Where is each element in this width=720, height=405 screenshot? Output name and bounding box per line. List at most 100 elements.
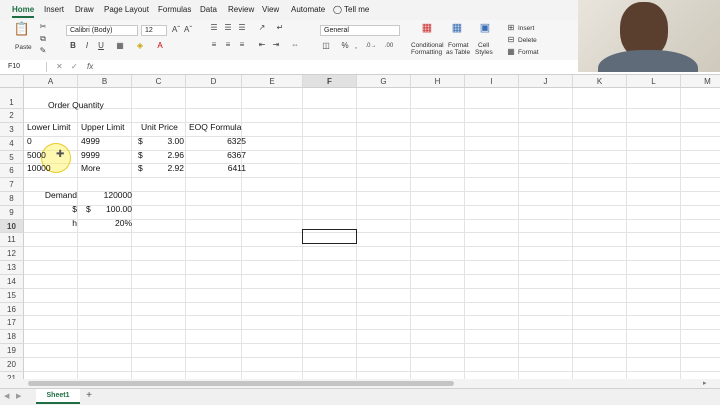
row-header-5[interactable]: 5 xyxy=(0,151,24,164)
increase-decimal-icon[interactable]: .0→ xyxy=(364,41,378,51)
format-as-table-icon[interactable]: ▦ xyxy=(448,23,466,37)
cell-d5[interactable]: 6411 xyxy=(200,163,246,173)
tab-home[interactable]: Home xyxy=(12,5,35,18)
cell-b5[interactable]: More xyxy=(81,163,100,173)
font-color-icon[interactable]: A xyxy=(154,41,166,51)
row-header-17[interactable]: 17 xyxy=(0,316,24,330)
horizontal-scrollbar[interactable]: ▸ xyxy=(0,379,720,388)
tab-automate[interactable]: Automate xyxy=(291,5,325,14)
paste-icon[interactable]: 📋 xyxy=(12,22,32,42)
name-box[interactable]: F10 xyxy=(8,62,47,72)
column-header-j[interactable]: J xyxy=(519,75,573,88)
scrollbar-thumb[interactable] xyxy=(28,381,454,386)
font-name-select[interactable]: Calibri (Body) xyxy=(66,25,138,36)
scroll-right-icon[interactable]: ▸ xyxy=(703,379,707,387)
format-painter-icon[interactable]: ✎ xyxy=(38,46,48,56)
delete-cells-label[interactable]: Delete xyxy=(518,37,537,44)
cell-a5[interactable]: 10000 xyxy=(27,163,51,173)
cancel-icon[interactable]: ✕ xyxy=(56,62,63,72)
prev-sheet-icon[interactable]: ◀ xyxy=(4,392,9,400)
cell-b9[interactable]: 20% xyxy=(80,218,132,228)
tab-tell-me[interactable]: Tell me xyxy=(344,5,369,14)
decrease-font-icon[interactable]: Aˇ xyxy=(183,25,193,35)
row-header-3[interactable]: 3 xyxy=(0,123,24,137)
cell-c4[interactable]: 2.96 xyxy=(150,150,184,160)
next-sheet-icon[interactable]: ▶ xyxy=(16,392,21,400)
cell-b8[interactable]: 100.00 xyxy=(96,204,132,214)
cell-a3[interactable]: 0 xyxy=(27,136,32,146)
align-left-icon[interactable]: ≡ xyxy=(208,40,220,50)
cell-a9[interactable]: h xyxy=(24,218,77,228)
row-header-10[interactable]: 10 xyxy=(0,220,24,233)
cell-d4[interactable]: 6367 xyxy=(200,150,246,160)
row-header-8[interactable]: 8 xyxy=(0,192,24,206)
merge-center-icon[interactable]: ⇔ xyxy=(288,40,302,50)
column-header-f[interactable]: F xyxy=(303,75,357,88)
insert-cells-label[interactable]: Insert xyxy=(518,25,534,32)
row-header-20[interactable]: 20 xyxy=(0,358,24,372)
sheet-tab-sheet1[interactable]: Sheet1 xyxy=(36,389,80,404)
row-header-4[interactable]: 4 xyxy=(0,137,24,151)
cell-d2[interactable]: EOQ Formula xyxy=(189,122,241,132)
copy-icon[interactable]: ⧉ xyxy=(38,34,48,44)
italic-icon[interactable]: I xyxy=(82,41,92,51)
tab-view[interactable]: View xyxy=(262,5,279,14)
tab-data[interactable]: Data xyxy=(200,5,217,14)
column-header-g[interactable]: G xyxy=(357,75,411,88)
cell-c2[interactable]: Unit Price xyxy=(141,122,178,132)
row-header-16[interactable]: 16 xyxy=(0,303,24,316)
column-header-e[interactable]: E xyxy=(242,75,303,88)
row-header-7[interactable]: 7 xyxy=(0,178,24,192)
underline-icon[interactable]: U xyxy=(96,41,106,51)
cell-b7[interactable]: 120000 xyxy=(80,190,132,200)
cell-a2[interactable]: Lower Limit xyxy=(27,122,70,132)
column-header-i[interactable]: I xyxy=(465,75,519,88)
row-header-6[interactable]: 6 xyxy=(0,164,24,178)
cell-a1[interactable]: Order Quantity xyxy=(48,100,104,110)
number-format-select[interactable]: General xyxy=(320,25,400,36)
row-header-19[interactable]: 19 xyxy=(0,344,24,358)
worksheet-grid[interactable]: ABCDEFGHIJKLM 1 2 3 4 5 6 7 8 9 10 11 12 13 14 15 16 17 1… xyxy=(0,75,720,387)
cell-a8[interactable]: $ xyxy=(24,204,77,214)
tab-formulas[interactable]: Formulas xyxy=(158,5,191,14)
tab-review[interactable]: Review xyxy=(228,5,254,14)
cell-styles-icon[interactable]: ▣ xyxy=(476,23,494,37)
orientation-icon[interactable]: ↗ xyxy=(256,23,268,33)
font-size-select[interactable]: 12 xyxy=(141,25,167,36)
fx-label[interactable]: fx xyxy=(87,62,93,72)
cell-c3[interactable]: 3.00 xyxy=(150,136,184,146)
column-header-m[interactable]: M xyxy=(681,75,720,88)
cell-a4[interactable]: 5000 xyxy=(27,150,46,160)
delete-cells-icon[interactable]: ⊟ xyxy=(506,35,516,45)
row-header-1[interactable]: 1 xyxy=(0,88,24,109)
row-header-2[interactable]: 2 xyxy=(0,109,24,123)
cut-icon[interactable]: ✂ xyxy=(38,22,48,32)
tab-insert[interactable]: Insert xyxy=(44,5,64,14)
align-right-icon[interactable]: ≡ xyxy=(236,40,248,50)
row-header-14[interactable]: 14 xyxy=(0,275,24,289)
cell-b3[interactable]: 4999 xyxy=(81,136,100,146)
column-header-b[interactable]: B xyxy=(78,75,132,88)
column-header-l[interactable]: L xyxy=(627,75,681,88)
format-cells-label[interactable]: Format xyxy=(518,49,539,56)
column-header-k[interactable]: K xyxy=(573,75,627,88)
increase-font-icon[interactable]: Aˆ xyxy=(171,25,181,35)
bold-icon[interactable]: B xyxy=(68,41,78,51)
row-header-13[interactable]: 13 xyxy=(0,261,24,275)
decrease-decimal-icon[interactable]: .00 xyxy=(382,41,396,51)
align-bottom-icon[interactable]: ☰ xyxy=(236,23,248,33)
row-header-18[interactable]: 18 xyxy=(0,330,24,344)
column-header-c[interactable]: C xyxy=(132,75,186,88)
cell-b2[interactable]: Upper Limit xyxy=(81,122,124,132)
accounting-icon[interactable]: ◫ xyxy=(320,41,332,51)
column-header-d[interactable]: D xyxy=(186,75,242,88)
borders-icon[interactable]: ▦ xyxy=(114,41,126,51)
tab-draw[interactable]: Draw xyxy=(75,5,94,14)
insert-cells-icon[interactable]: ⊞ xyxy=(506,23,516,33)
conditional-formatting-icon[interactable]: ▦ xyxy=(418,23,436,37)
increase-indent-icon[interactable]: ⇥ xyxy=(270,40,282,50)
cell-d3[interactable]: 6325 xyxy=(200,136,246,146)
align-middle-icon[interactable]: ☰ xyxy=(222,23,234,33)
selected-cell-f10[interactable] xyxy=(302,229,357,244)
cell-a7[interactable]: Demand xyxy=(24,190,77,200)
